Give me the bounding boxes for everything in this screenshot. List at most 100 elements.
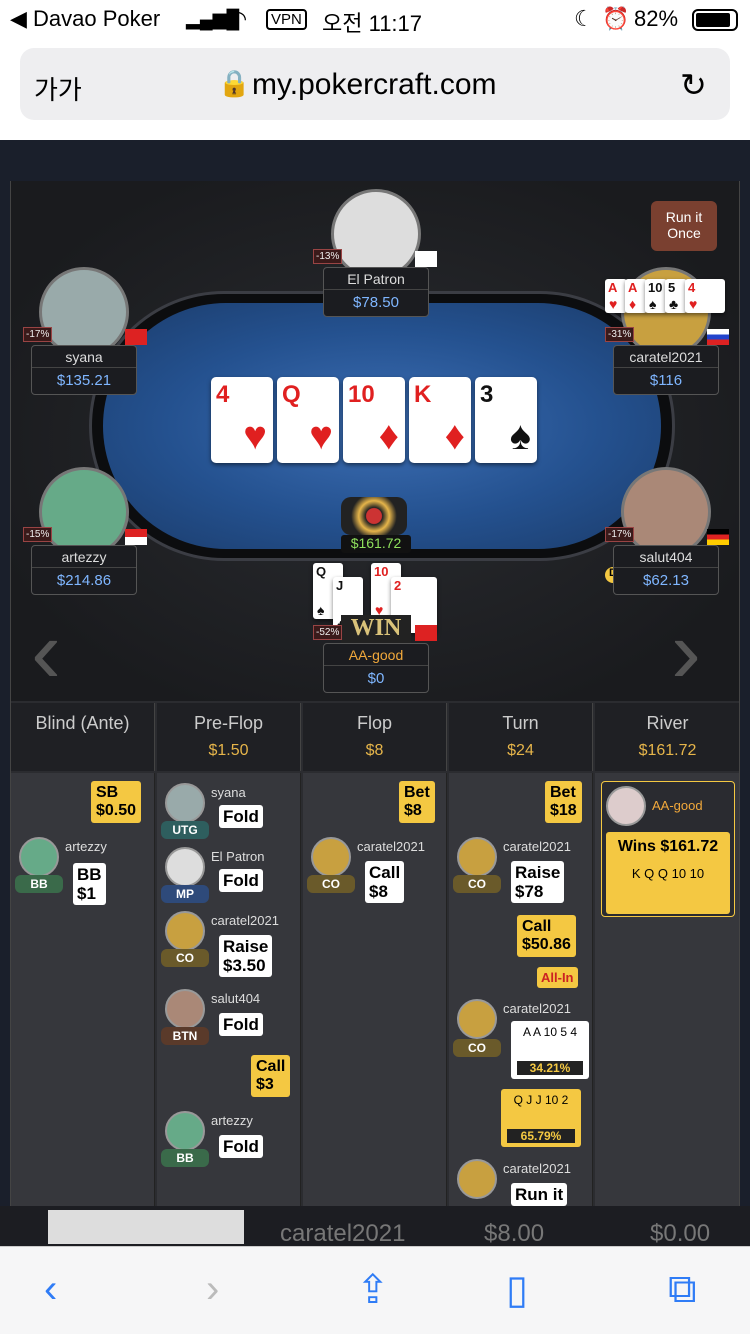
- winner-box: AA-good Wins $161.72 K Q Q 10 10: [601, 781, 735, 917]
- run-it-action: Run it: [511, 1183, 568, 1206]
- hand-cards: A A 10 5 4: [522, 1025, 578, 1039]
- avatar: [165, 989, 205, 1029]
- browser-toolbar: ‹ › ⇪ ▯ ⧉: [0, 1246, 750, 1334]
- street-header-flop[interactable]: Flop $8: [303, 703, 447, 771]
- hand-cards: Q J J 10 2: [513, 1093, 569, 1107]
- win-label: WIN: [341, 615, 411, 643]
- player-stack: $135.21: [56, 372, 112, 389]
- raise-action: Raise $3.50: [219, 935, 273, 977]
- flag-icon: [707, 329, 729, 345]
- equity-badge: -17%: [23, 327, 53, 342]
- preflop-column: syana UTG Fold El Patron MP Fold caratel…: [157, 773, 301, 1206]
- hand-history-row[interactable]: caratel2021 $8.00 $0.00: [0, 1206, 750, 1247]
- chip-stack-icon: [341, 497, 407, 535]
- player-plate: AA-good $0: [323, 643, 429, 693]
- position-badge: CO: [307, 875, 355, 893]
- avatar: [311, 837, 351, 877]
- equity-value: 65.79%: [507, 1129, 575, 1143]
- player-name: AA-good: [652, 798, 703, 813]
- player-stack: $78.50: [353, 294, 399, 311]
- address-bar[interactable]: 가가 🔒 my.pokercraft.com ↻: [20, 48, 730, 120]
- street-header-preflop[interactable]: Pre-Flop $1.50: [157, 703, 301, 771]
- player-name: El Patron: [324, 268, 428, 290]
- position-badge: BTN: [161, 1027, 209, 1045]
- blind-column: SB $0.50 artezzy BB BB $1: [11, 773, 155, 1206]
- flag-icon: [125, 529, 147, 545]
- call-action: Call $8: [365, 861, 405, 903]
- wifi-icon: ◠: [228, 6, 248, 31]
- position-badge: CO: [453, 1039, 501, 1057]
- player-stack: $214.86: [56, 572, 112, 589]
- fold-action: Fold: [219, 805, 263, 828]
- equity-value: 34.21%: [517, 1061, 583, 1075]
- hand-equity-box: Q J J 10 2 65.79%: [501, 1089, 581, 1147]
- player-name: El Patron: [211, 849, 265, 864]
- avatar: [457, 1159, 497, 1199]
- bet-action: Bet $18: [545, 781, 582, 823]
- street-header-river[interactable]: River $161.72: [595, 703, 739, 771]
- bookmarks-icon[interactable]: ▯: [506, 1267, 528, 1313]
- equity-badge: -15%: [23, 527, 53, 542]
- lock-icon: 🔒: [218, 68, 251, 98]
- board-card: 4 ♥: [211, 377, 273, 463]
- player-stack: $62.13: [643, 572, 689, 589]
- raise-action: Raise $78: [511, 861, 565, 903]
- winnings-panel: Wins $161.72 K Q Q 10 10: [606, 832, 730, 914]
- tabs-icon[interactable]: ⧉: [668, 1267, 697, 1312]
- back-icon[interactable]: ‹: [44, 1267, 57, 1312]
- equity-badge: -13%: [313, 249, 343, 264]
- fold-action: Fold: [219, 869, 263, 892]
- sb-action: SB $0.50: [91, 781, 142, 823]
- board-card: 3 ♠: [475, 377, 537, 463]
- poker-table-area: Run it Once -13% El Patron $78.50 -17% s…: [11, 181, 739, 704]
- player-name: caratel2021: [614, 346, 718, 368]
- flag-icon: [415, 625, 437, 641]
- row-player: caratel2021: [280, 1220, 406, 1247]
- player-name: AA-good: [324, 644, 428, 666]
- street-header-turn[interactable]: Turn $24: [449, 703, 593, 771]
- hand-equity-box: A A 10 5 4 34.21%: [511, 1021, 589, 1079]
- prev-arrow-icon[interactable]: ‹: [31, 601, 61, 704]
- call-action: Call $50.86: [517, 915, 576, 957]
- player-stack: $116: [649, 372, 683, 389]
- avatar: [457, 837, 497, 877]
- player-plate: artezzy $214.86: [31, 545, 137, 595]
- share-icon[interactable]: ⇪: [356, 1267, 390, 1313]
- board-card: Q ♥: [277, 377, 339, 463]
- avatar: [621, 467, 711, 557]
- flag-icon: [415, 251, 437, 267]
- player-name: salut404: [614, 546, 718, 568]
- player-name: caratel2021: [503, 1001, 571, 1016]
- bet-action: Bet $8: [399, 781, 435, 823]
- battery-percent: 82%: [634, 6, 679, 31]
- row-value: $8.00: [484, 1220, 545, 1247]
- player-plate: syana $135.21: [31, 345, 137, 395]
- player-name: syana: [32, 346, 136, 368]
- forward-icon[interactable]: ›: [206, 1267, 219, 1312]
- avatar: [331, 189, 421, 279]
- avatar: [165, 911, 205, 951]
- fold-action: Fold: [219, 1013, 263, 1036]
- player-name: syana: [211, 785, 246, 800]
- text-size-button[interactable]: 가가: [34, 70, 82, 107]
- winning-cards: K Q Q 10 10: [631, 866, 705, 881]
- street-header-blind[interactable]: Blind (Ante): [11, 703, 155, 771]
- battery-icon: [692, 9, 738, 31]
- player-name: caratel2021: [357, 839, 425, 854]
- flag-icon: [125, 329, 147, 345]
- flag-icon: [707, 529, 729, 545]
- call-action: Call $3: [251, 1055, 291, 1097]
- url-text[interactable]: my.pokercraft.com: [252, 68, 497, 102]
- status-bar: ◀ Davao Poker ▂▄▆█ ◠ VPN 오전 11:17 ☾ ⏰ 82…: [0, 0, 750, 42]
- row-value: $0.00: [650, 1220, 711, 1247]
- fold-action: Fold: [219, 1135, 263, 1158]
- next-arrow-icon[interactable]: ›: [671, 601, 701, 704]
- avatar: [165, 847, 205, 887]
- wins-label: Wins $161.72: [617, 838, 719, 855]
- position-badge: UTG: [161, 821, 209, 839]
- carrier-label[interactable]: ◀ Davao Poker: [10, 6, 160, 32]
- reload-icon[interactable]: ↻: [680, 66, 707, 104]
- row-cards: [48, 1210, 244, 1244]
- hand-replay-popup: Run it Once -13% El Patron $78.50 -17% s…: [10, 181, 740, 1206]
- board-card: K ♦: [409, 377, 471, 463]
